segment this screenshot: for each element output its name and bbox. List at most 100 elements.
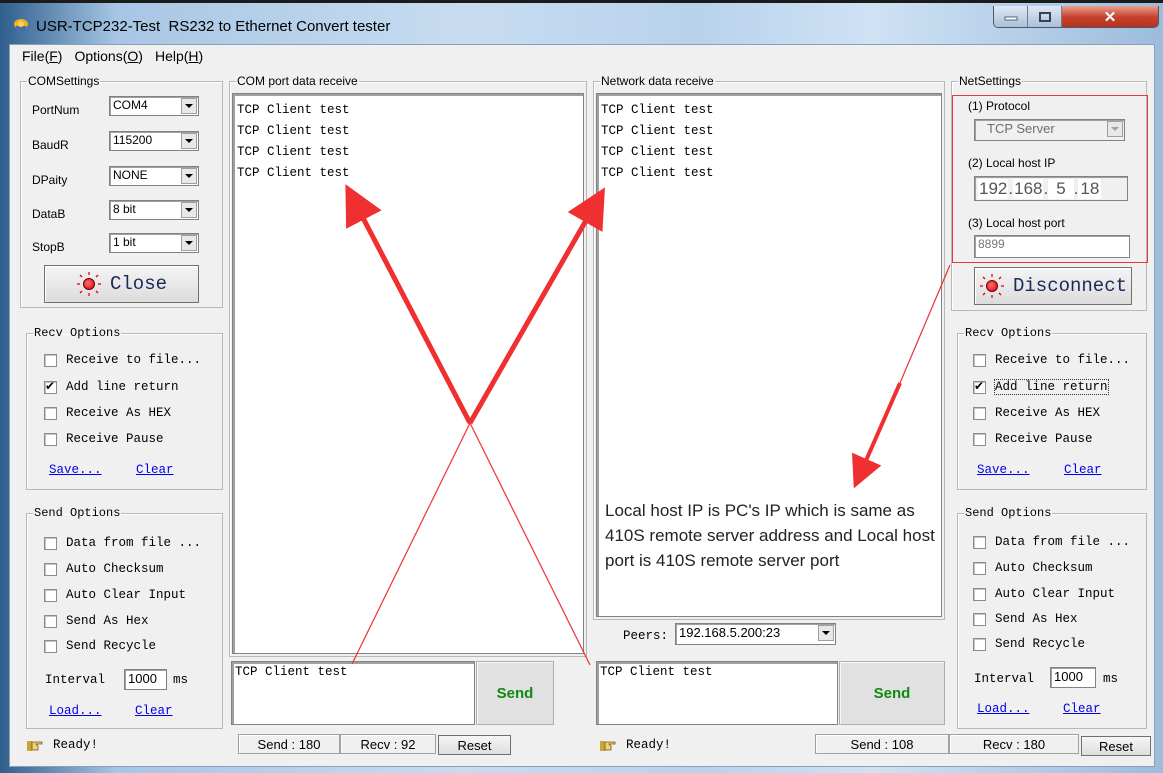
right-send-as-hex-checkbox[interactable]: Send As Hex <box>973 612 1078 626</box>
left-send-recycle-checkbox[interactable]: Send Recycle <box>44 639 156 653</box>
checkbox-box[interactable] <box>44 614 57 628</box>
checkbox-label: Auto Clear Input <box>995 587 1116 601</box>
checkbox-box[interactable] <box>973 353 986 367</box>
left-add-line-return-checkbox[interactable]: Add line return <box>44 379 179 394</box>
local-port-input[interactable]: 8899 <box>974 235 1130 258</box>
checkbox-box[interactable] <box>44 432 57 446</box>
left-receive-to-file-checkbox[interactable]: Receive to file... <box>44 353 201 367</box>
left-auto-clear-input-checkbox[interactable]: Auto Clear Input <box>44 588 186 602</box>
peers-label: Peers: <box>623 629 669 643</box>
checkbox-box-checked[interactable] <box>973 379 986 394</box>
right-auto-checksum-checkbox[interactable]: Auto Checksum <box>973 561 1093 575</box>
checkbox-label: Data from file ... <box>66 536 202 550</box>
right-send-clear-link[interactable]: Clear <box>1063 702 1101 716</box>
checkbox-label: Auto Checksum <box>995 561 1093 575</box>
chevron-down-icon[interactable] <box>181 235 197 251</box>
checkbox-box[interactable] <box>44 639 57 653</box>
checkbox-box[interactable] <box>973 612 986 626</box>
right-add-line-return-checkbox[interactable]: Add line return <box>973 379 1109 395</box>
net-reset-button[interactable]: Reset <box>1081 736 1151 756</box>
checkbox-box[interactable] <box>973 587 986 601</box>
checkbox-box[interactable] <box>44 353 57 367</box>
right-interval-input[interactable]: 1000 <box>1050 667 1096 688</box>
right-receive-as-hex-checkbox[interactable]: Receive As HEX <box>973 406 1100 420</box>
right-interval-label: Interval <box>974 672 1035 686</box>
pointing-hand-icon <box>600 741 616 751</box>
checkbox-box[interactable] <box>973 637 986 651</box>
com-close-label: Close <box>109 273 167 295</box>
com-receive-line: TCP Client test <box>237 124 350 138</box>
parity-select[interactable]: NONE <box>109 166 199 186</box>
checkbox-box-checked[interactable] <box>44 379 57 394</box>
checkbox-box[interactable] <box>973 406 986 420</box>
ip-octet-3[interactable]: 5 <box>1048 178 1074 199</box>
stopbits-select[interactable]: 1 bit <box>109 233 199 253</box>
left-load-link[interactable]: Load... <box>49 704 102 718</box>
left-recv-clear-link[interactable]: Clear <box>136 463 174 477</box>
checkbox-box[interactable] <box>44 406 57 420</box>
left-save-link[interactable]: Save... <box>49 463 102 477</box>
ip-octet-4[interactable]: 18 <box>1078 178 1102 199</box>
window-controls: ✕ <box>993 6 1159 28</box>
net-send-button[interactable]: Send <box>839 661 945 725</box>
chevron-down-icon[interactable] <box>818 625 834 641</box>
databits-select[interactable]: 8 bit <box>109 200 199 220</box>
chevron-down-icon[interactable] <box>1107 121 1123 137</box>
checkbox-label: Receive Pause <box>995 432 1093 446</box>
menu-help[interactable]: Help(H) <box>149 45 209 67</box>
com-reset-button[interactable]: Reset <box>438 735 511 755</box>
left-receive-as-hex-checkbox[interactable]: Receive As HEX <box>44 406 171 420</box>
maximize-button[interactable] <box>1028 6 1062 27</box>
left-interval-input[interactable]: 1000 <box>124 669 167 690</box>
checkbox-box[interactable] <box>44 588 57 602</box>
net-send-input[interactable]: TCP Client test <box>596 661 838 725</box>
checkbox-box[interactable] <box>44 536 57 550</box>
chevron-down-icon[interactable] <box>181 202 197 218</box>
com-settings-legend: COMSettings <box>28 74 100 88</box>
checkbox-box[interactable] <box>44 562 57 576</box>
right-receive-to-file-checkbox[interactable]: Receive to file... <box>973 353 1130 367</box>
left-send-as-hex-checkbox[interactable]: Send As Hex <box>44 614 149 628</box>
right-save-link[interactable]: Save... <box>977 463 1030 477</box>
com-send-button[interactable]: Send <box>476 661 554 725</box>
right-send-recycle-checkbox[interactable]: Send Recycle <box>973 637 1085 651</box>
close-window-button[interactable]: ✕ <box>1062 6 1158 27</box>
menu-file[interactable]: File(F) <box>16 45 68 67</box>
left-auto-checksum-checkbox[interactable]: Auto Checksum <box>44 562 164 576</box>
baudrate-select[interactable]: 115200 <box>109 131 199 151</box>
checkbox-box[interactable] <box>973 535 986 549</box>
protocol-select[interactable]: TCP Server <box>974 119 1125 141</box>
disconnect-button[interactable]: Disconnect <box>974 267 1132 305</box>
right-data-from-file-checkbox[interactable]: Data from file ... <box>973 535 1130 549</box>
menu-help-accel: H <box>188 48 199 64</box>
com-send-input[interactable]: TCP Client test <box>231 661 475 725</box>
com-close-button[interactable]: Close <box>44 265 199 303</box>
checkbox-box[interactable] <box>973 432 986 446</box>
com-receive-area[interactable]: TCP Client test TCP Client test TCP Clie… <box>232 93 584 654</box>
right-auto-clear-input-checkbox[interactable]: Auto Clear Input <box>973 587 1115 601</box>
menu-options[interactable]: Options(O) <box>68 45 148 67</box>
checkbox-label: Auto Clear Input <box>66 588 187 602</box>
minimize-button[interactable] <box>994 6 1028 27</box>
right-recv-clear-link[interactable]: Clear <box>1064 463 1102 477</box>
chevron-down-icon[interactable] <box>181 168 197 184</box>
menu-file-label: File <box>22 48 45 64</box>
local-ip-input[interactable]: 192. 168. 5. 18 <box>974 176 1128 201</box>
net-receive-line: TCP Client test <box>601 103 714 117</box>
local-port-label: (3) Local host port <box>968 216 1065 230</box>
checkbox-box[interactable] <box>973 561 986 575</box>
chevron-down-icon[interactable] <box>181 133 197 149</box>
right-receive-pause-checkbox[interactable]: Receive Pause <box>973 432 1093 446</box>
ip-octet-1[interactable]: 192 <box>978 178 1009 199</box>
left-send-clear-link[interactable]: Clear <box>135 704 173 718</box>
protocol-label: (1) Protocol <box>968 99 1031 113</box>
ip-octet-2[interactable]: 168 <box>1013 178 1044 199</box>
chevron-down-icon[interactable] <box>181 98 197 114</box>
portnum-select[interactable]: COM4 <box>109 96 199 116</box>
left-receive-pause-checkbox[interactable]: Receive Pause <box>44 432 164 446</box>
pointing-hand-icon <box>27 741 43 751</box>
right-load-link[interactable]: Load... <box>977 702 1030 716</box>
title-bar[interactable]: USR-TCP232-Test RS232 to Ethernet Conver… <box>0 6 1163 44</box>
peers-select[interactable]: 192.168.5.200:23 <box>675 623 836 645</box>
left-data-from-file-checkbox[interactable]: Data from file ... <box>44 536 201 550</box>
